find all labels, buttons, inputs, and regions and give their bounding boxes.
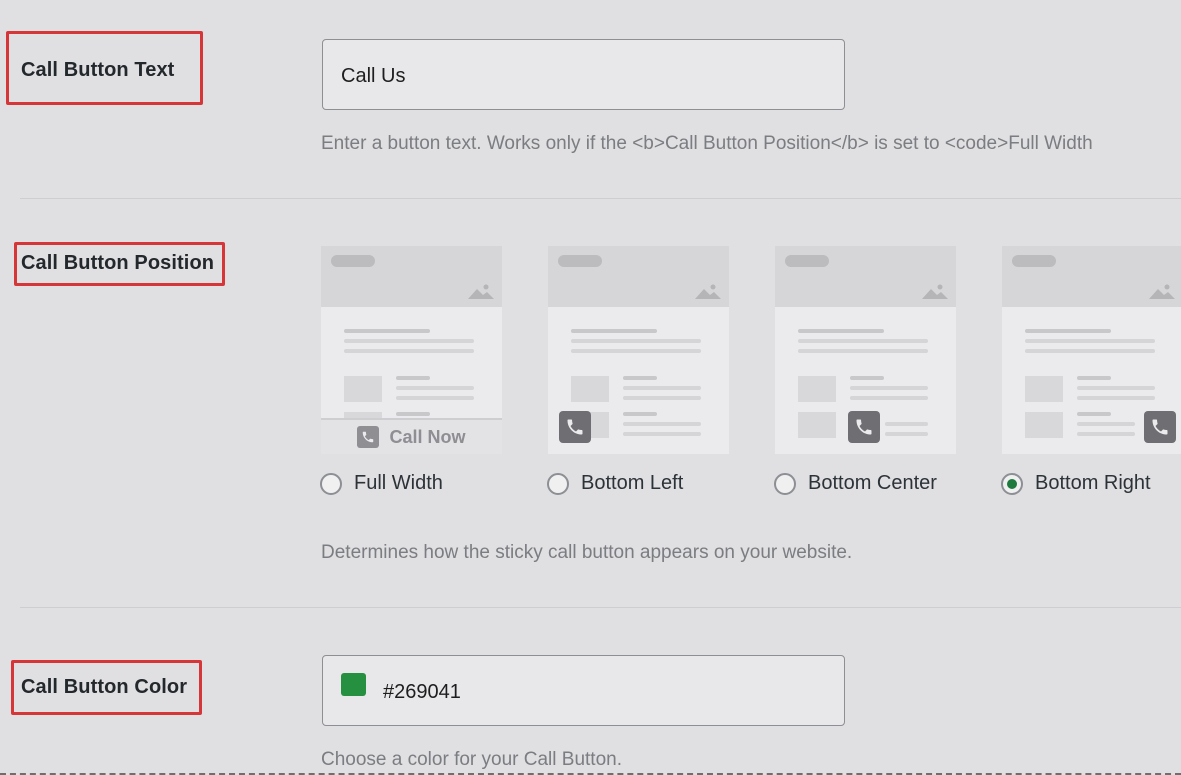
radio-label: Bottom Center (808, 472, 937, 494)
call-button-text-input[interactable]: Call Us (322, 39, 845, 110)
radio-bottom-right[interactable]: Bottom Right (1001, 472, 1151, 495)
radio-label: Bottom Left (581, 472, 684, 494)
call-button-text-description: Enter a button text. Works only if the <… (321, 133, 1093, 154)
radio-selected-dot (1007, 478, 1017, 489)
call-button-color-description: Choose a color for your Call Button. (321, 749, 622, 770)
color-hex-value: #269041 (383, 681, 461, 703)
mountain-image-icon (922, 284, 948, 299)
radio-full-width[interactable]: Full Width (320, 472, 443, 495)
phone-icon (357, 426, 380, 448)
radio-button[interactable] (547, 472, 569, 495)
position-card-full-width[interactable]: Call Now (321, 246, 502, 454)
mountain-image-icon (695, 284, 721, 299)
call-button-color-input[interactable]: #269041 (322, 655, 845, 726)
radio-button[interactable] (774, 472, 796, 495)
radio-label: Bottom Right (1035, 472, 1151, 494)
radio-button-selected[interactable] (1001, 472, 1023, 495)
color-swatch[interactable] (341, 673, 366, 696)
position-card-bottom-right[interactable] (1002, 246, 1181, 454)
radio-bottom-left[interactable]: Bottom Left (547, 472, 683, 495)
call-button-text-label: Call Button Text (21, 59, 175, 81)
position-card-bottom-center[interactable] (775, 246, 956, 454)
mountain-image-icon (468, 284, 494, 299)
position-card-bottom-left[interactable] (548, 246, 729, 454)
phone-icon (848, 411, 880, 443)
call-button-text-value: Call Us (341, 65, 406, 87)
radio-label: Full Width (354, 472, 443, 494)
radio-bottom-center[interactable]: Bottom Center (774, 472, 937, 495)
divider (20, 607, 1181, 608)
call-button-position-label: Call Button Position (21, 252, 215, 274)
divider (20, 198, 1181, 199)
call-button-position-description: Determines how the sticky call button ap… (321, 542, 853, 563)
full-width-call-bar: Call Now (321, 418, 502, 454)
mountain-image-icon (1149, 284, 1175, 299)
card-header (775, 246, 956, 307)
card-header (1002, 246, 1181, 307)
card-header (548, 246, 729, 307)
call-button-color-label: Call Button Color (21, 676, 188, 698)
radio-button[interactable] (320, 472, 342, 495)
card-header (321, 246, 502, 307)
phone-icon (1144, 411, 1176, 443)
call-now-text: Call Now (389, 426, 466, 447)
phone-icon (559, 411, 591, 443)
